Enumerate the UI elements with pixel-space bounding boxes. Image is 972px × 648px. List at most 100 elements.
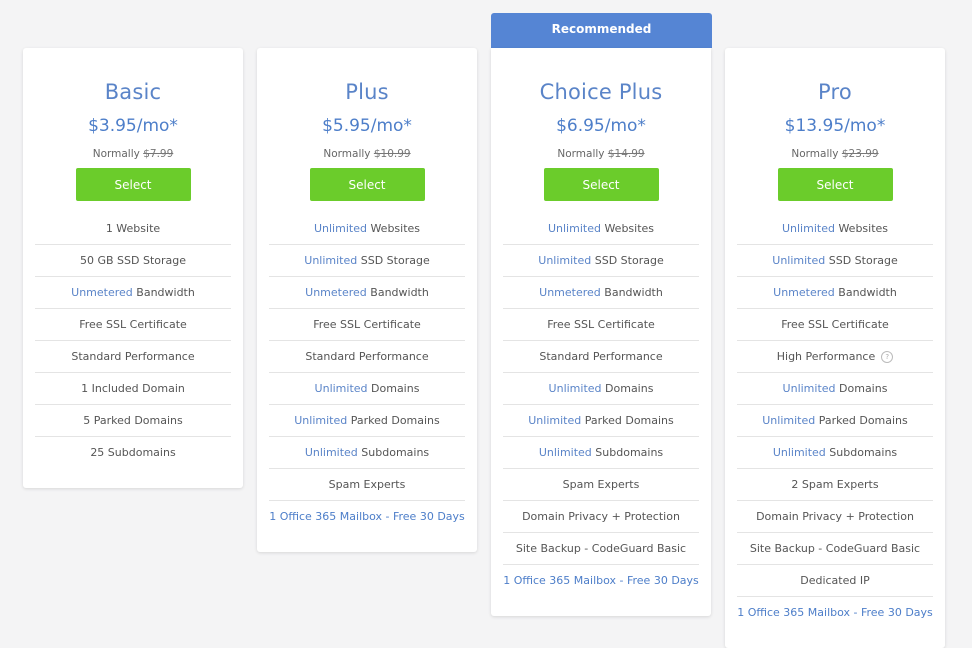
feature-item: Unlimited Websites <box>737 213 933 245</box>
feature-text: Websites <box>834 222 889 235</box>
feature-text: Websites <box>600 222 655 235</box>
feature-highlight: Unlimited <box>538 446 592 459</box>
feature-text: 2 Spam Experts <box>791 478 879 491</box>
feature-item: 50 GB SSD Storage <box>35 245 231 277</box>
feature-text: SSD Storage <box>825 254 898 267</box>
select-button[interactable]: Select <box>309 168 425 201</box>
normal-price-line: Normally $14.99 <box>491 146 711 162</box>
feature-text: 5 Parked Domains <box>83 414 183 427</box>
plan-card-basic: Basic $3.95/mo* Normally $7.99 Select 1 Webs… <box>23 48 243 488</box>
feature-highlight: Unlimited <box>781 222 835 235</box>
normal-price: $14.99 <box>607 148 645 160</box>
feature-highlight: Unmetered <box>305 286 367 299</box>
feature-item[interactable]: 1 Office 365 Mailbox - Free 30 Days <box>269 501 465 532</box>
help-icon[interactable]: ? <box>881 351 894 363</box>
feature-text: Parked Domains <box>815 414 908 427</box>
normal-price-line: Normally $23.99 <box>725 146 945 162</box>
feature-text: Spam Experts <box>328 478 406 491</box>
feature-text: 50 GB SSD Storage <box>79 254 187 267</box>
feature-item: High Performance? <box>737 341 933 373</box>
feature-highlight: Unlimited <box>548 382 602 395</box>
feature-item: Unlimited Websites <box>503 213 699 245</box>
feature-item: Standard Performance <box>269 341 465 373</box>
plan-card-choice-plus: Choice Plus $6.95/mo* Normally $14.99 Selec… <box>491 48 711 616</box>
office365-link[interactable]: 1 Office 365 Mailbox - Free 30 Days <box>737 606 933 619</box>
feature-highlight: Unlimited <box>304 254 358 267</box>
feature-text: Domains <box>835 382 888 395</box>
select-button[interactable]: Select <box>777 168 893 201</box>
feature-item: Unlimited Parked Domains <box>503 405 699 437</box>
feature-text: High Performance <box>776 350 876 363</box>
normal-price: $23.99 <box>841 148 879 160</box>
feature-text: Standard Performance <box>305 350 429 363</box>
feature-text: SSD Storage <box>357 254 430 267</box>
feature-item: Spam Experts <box>503 469 699 501</box>
recommended-badge: Recommended <box>491 13 712 48</box>
feature-text: Bandwidth <box>600 286 663 299</box>
feature-highlight: Unmetered <box>539 286 601 299</box>
feature-highlight: Unlimited <box>772 446 826 459</box>
plan-name: Plus <box>345 80 389 104</box>
feature-item: Unlimited SSD Storage <box>269 245 465 277</box>
feature-text: Subdomains <box>825 446 898 459</box>
feature-item: Unlimited Domains <box>269 373 465 405</box>
feature-item: 1 Included Domain <box>35 373 231 405</box>
feature-text: Free SSL Certificate <box>313 318 421 331</box>
feature-item: Unmetered Bandwidth <box>269 277 465 309</box>
feature-list: Unlimited Websites Unlimited SSD Storage U… <box>503 213 699 616</box>
feature-item: Unlimited Domains <box>737 373 933 405</box>
feature-text: Free SSL Certificate <box>547 318 655 331</box>
feature-highlight: Unlimited <box>313 222 367 235</box>
feature-text: Domains <box>367 382 420 395</box>
feature-item: Unlimited Parked Domains <box>737 405 933 437</box>
feature-highlight: Unmetered <box>773 286 835 299</box>
plan-card-pro: Pro $13.95/mo* Normally $23.99 Select Unlimi… <box>725 48 945 648</box>
select-button[interactable]: Select <box>75 168 191 201</box>
feature-text: Websites <box>366 222 421 235</box>
plan-name: Choice Plus <box>539 80 663 104</box>
normally-label: Normally <box>557 148 605 160</box>
feature-highlight: Unlimited <box>762 414 816 427</box>
normally-label: Normally <box>92 148 140 160</box>
feature-item: Domain Privacy + Protection <box>503 501 699 533</box>
office365-link[interactable]: 1 Office 365 Mailbox - Free 30 Days <box>269 510 465 523</box>
feature-highlight: Unlimited <box>547 222 601 235</box>
feature-text: Free SSL Certificate <box>781 318 889 331</box>
feature-item[interactable]: 1 Office 365 Mailbox - Free 30 Days <box>503 565 699 596</box>
feature-item: Unlimited Parked Domains <box>269 405 465 437</box>
feature-highlight: Unlimited <box>314 382 368 395</box>
feature-list: 1 Website 50 GB SSD Storage Unmetered Band… <box>35 213 231 488</box>
feature-item: 5 Parked Domains <box>35 405 231 437</box>
normally-label: Normally <box>323 148 371 160</box>
feature-item: Standard Performance <box>503 341 699 373</box>
feature-text: Bandwidth <box>132 286 195 299</box>
feature-text: Parked Domains <box>581 414 674 427</box>
feature-text: Subdomains <box>591 446 664 459</box>
feature-text: Standard Performance <box>71 350 195 363</box>
plan-price: $13.95/mo* <box>784 116 886 136</box>
normal-price: $10.99 <box>373 148 411 160</box>
feature-item: Site Backup - CodeGuard Basic <box>503 533 699 565</box>
feature-text: Site Backup - CodeGuard Basic <box>749 542 921 555</box>
normal-price-line: Normally $7.99 <box>23 146 243 162</box>
feature-highlight: Unlimited <box>538 254 592 267</box>
feature-list: Unlimited Websites Unlimited SSD Storage U… <box>737 213 933 648</box>
feature-highlight: Unlimited <box>294 414 348 427</box>
feature-item: Unlimited Websites <box>269 213 465 245</box>
feature-item: Spam Experts <box>269 469 465 501</box>
feature-text: 25 Subdomains <box>90 446 176 459</box>
office365-link[interactable]: 1 Office 365 Mailbox - Free 30 Days <box>503 574 699 587</box>
feature-text: 1 Website <box>105 222 161 235</box>
feature-item[interactable]: 1 Office 365 Mailbox - Free 30 Days <box>737 597 933 628</box>
plan-name: Basic <box>104 80 162 104</box>
feature-item: Standard Performance <box>35 341 231 373</box>
feature-text: Domains <box>601 382 654 395</box>
feature-item: 1 Website <box>35 213 231 245</box>
feature-text: SSD Storage <box>591 254 664 267</box>
feature-item: Unmetered Bandwidth <box>503 277 699 309</box>
feature-text: Standard Performance <box>539 350 663 363</box>
plan-name: Pro <box>818 80 852 104</box>
feature-text: 1 Included Domain <box>81 382 185 395</box>
feature-text: Subdomains <box>357 446 430 459</box>
select-button[interactable]: Select <box>543 168 659 201</box>
